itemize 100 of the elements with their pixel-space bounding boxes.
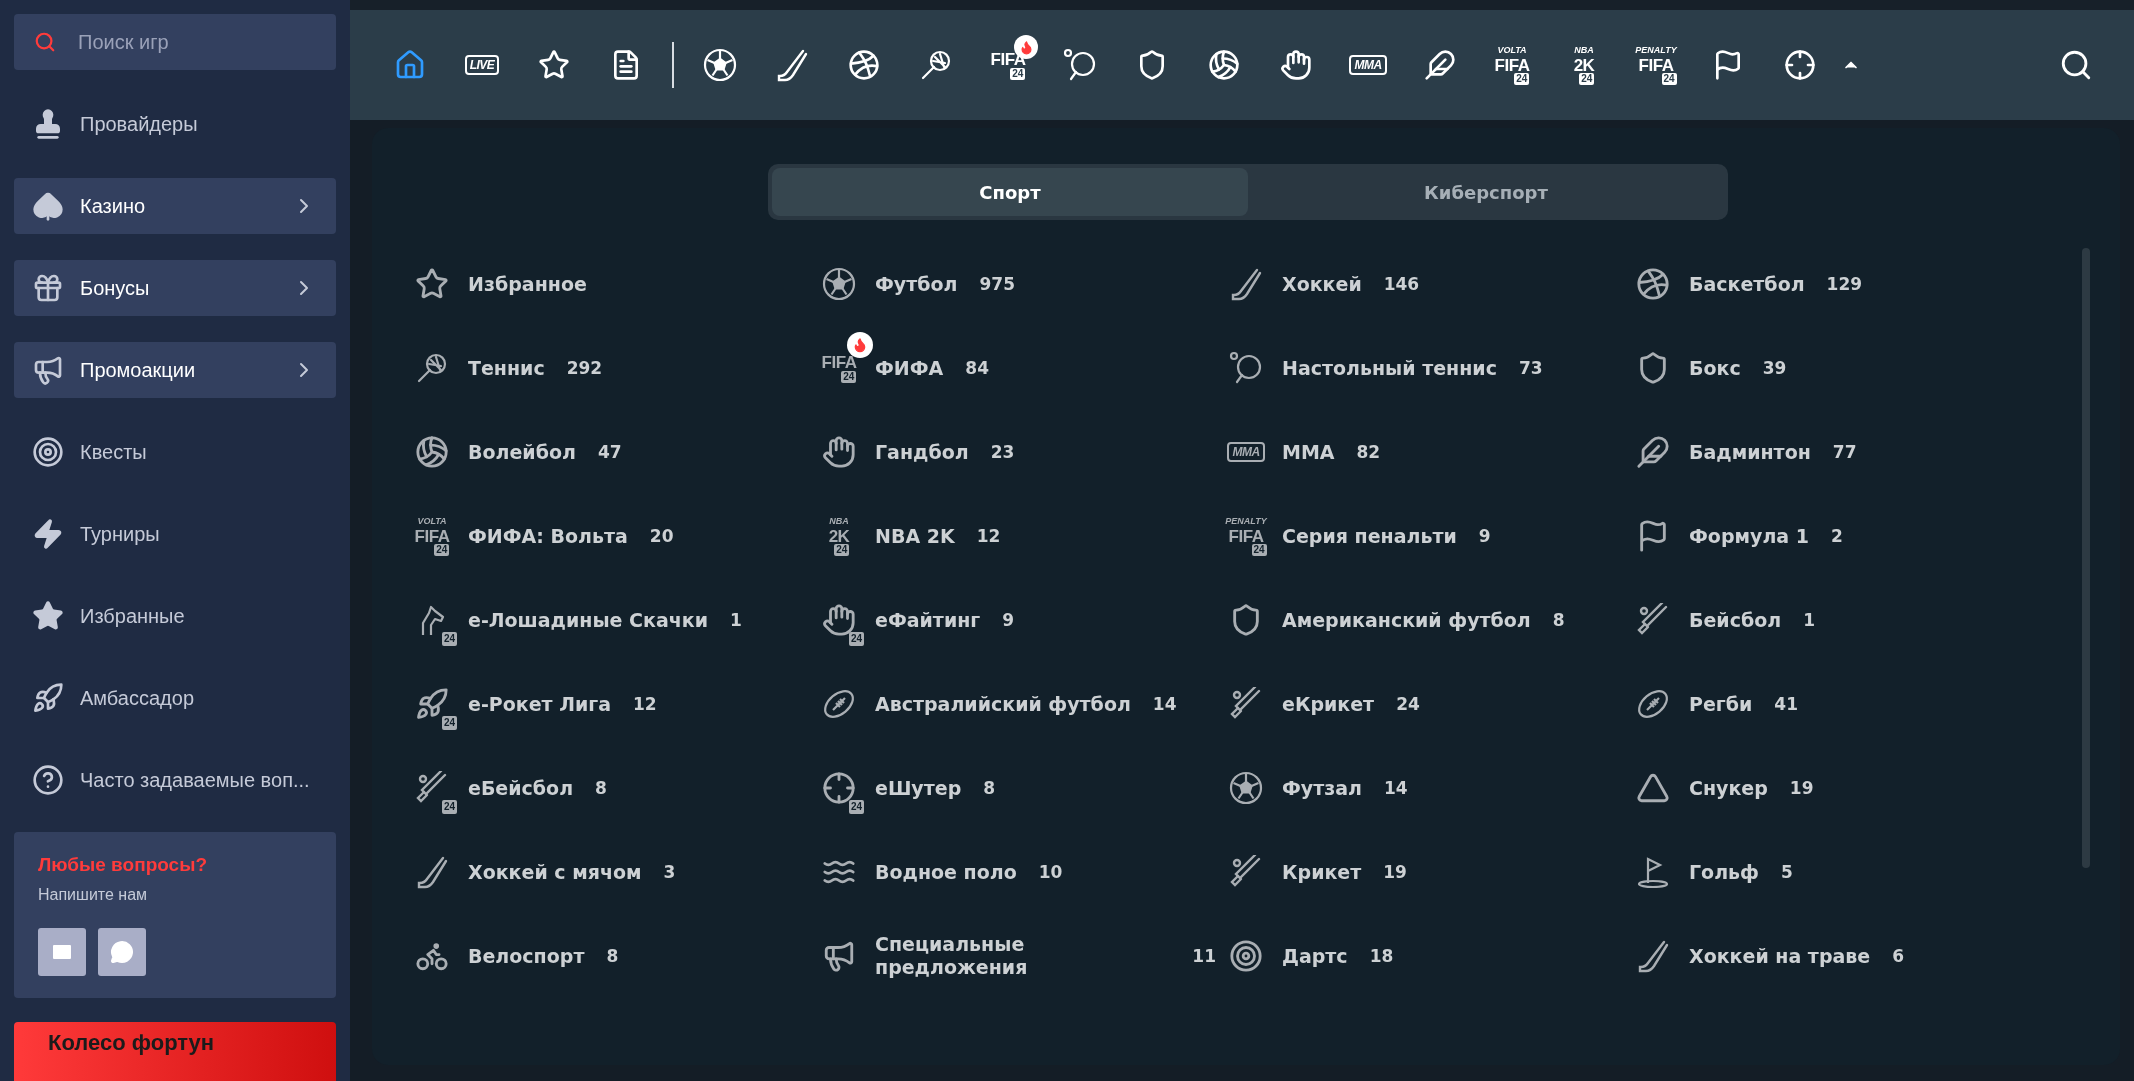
toolbar-button[interactable]: LIVE — [446, 35, 518, 95]
sport-link[interactable]: Хоккей с мячом — [468, 860, 642, 884]
sport-link[interactable]: Волейбол — [468, 440, 576, 464]
sport-link[interactable]: Серия пенальти — [1282, 524, 1457, 548]
sport-link[interactable]: Регби — [1689, 692, 1753, 716]
badge: 24 — [848, 632, 864, 646]
event-count: 11 — [1192, 946, 1216, 966]
event-count: 5 — [1780, 862, 1793, 882]
fortune-wheel-banner[interactable]: Колесо фортун — [14, 1022, 336, 1081]
help-subtitle: Напишите нам — [38, 886, 149, 905]
badge: 24 — [441, 800, 457, 814]
logo-icon: MMA — [1225, 440, 1267, 464]
sport-link[interactable]: Дартс — [1282, 944, 1348, 968]
sport-link[interactable]: NBA 2K — [875, 524, 955, 548]
sport-link[interactable]: Гольф — [1689, 860, 1759, 884]
logo-icon: LIVE — [462, 53, 502, 77]
event-count: 24 — [1396, 694, 1420, 714]
sport-link[interactable]: Специальные предложения — [875, 933, 1171, 979]
sport-link[interactable]: Теннис — [468, 356, 545, 380]
sport-link[interactable]: Формула 1 — [1689, 524, 1809, 548]
search-input[interactable]: Поиск игр — [76, 29, 316, 55]
sidebar-item[interactable]: Провайдеры — [14, 96, 336, 153]
sport-link[interactable]: Велоспорт — [468, 944, 585, 968]
sport-link[interactable]: еФайтинг — [875, 608, 981, 632]
sidebar-item[interactable]: Часто задаваемые воп... — [14, 752, 336, 809]
banner-title: Колесо фортун — [48, 1030, 215, 1057]
event-count: 19 — [1383, 862, 1407, 882]
sport-link[interactable]: Австралийский футбол — [875, 692, 1131, 716]
sport-link[interactable]: еБейсбол — [468, 776, 574, 800]
event-count: 1 — [1803, 610, 1816, 630]
sport-link[interactable]: еКрикет — [1282, 692, 1375, 716]
event-count: 9 — [1478, 526, 1491, 546]
sport-link[interactable]: Футбол — [875, 272, 958, 296]
sport-link[interactable]: Крикет — [1282, 860, 1362, 884]
badge: 24 — [441, 632, 457, 646]
event-count: 292 — [566, 358, 603, 378]
sidebar-item[interactable]: Избранные — [14, 588, 336, 645]
event-count: 1 — [730, 610, 742, 630]
sport-link[interactable]: ФИФА: Вольта — [468, 524, 628, 548]
tab[interactable]: Спорт — [772, 168, 1248, 216]
event-count: 82 — [1356, 442, 1381, 462]
event-count: 6 — [1892, 946, 1905, 966]
sport-link[interactable]: Водное поло — [875, 860, 1017, 884]
event-count: 8 — [595, 778, 607, 798]
event-count: 8 — [606, 946, 619, 966]
event-count: 73 — [1518, 358, 1543, 378]
sport-link[interactable]: Баскетбол — [1689, 272, 1805, 296]
search-field[interactable]: Поиск игр — [14, 14, 336, 71]
badge: 24 — [441, 716, 457, 730]
logo-icon: MMA — [1347, 53, 1389, 77]
event-count: 3 — [663, 862, 676, 882]
sport-link[interactable]: Бейсбол — [1689, 608, 1782, 632]
event-count: 8 — [1552, 610, 1565, 630]
sport-link[interactable]: ФИФА — [875, 356, 944, 380]
event-count: 12 — [633, 694, 657, 714]
event-count: 129 — [1826, 274, 1863, 294]
sidebar-item[interactable]: Бонусы — [14, 260, 336, 317]
event-count: 41 — [1774, 694, 1798, 714]
event-count: 39 — [1762, 358, 1787, 378]
sport-link[interactable]: еШутер — [875, 776, 962, 800]
sport-link[interactable]: Бокс — [1689, 356, 1741, 380]
help-title: Любые вопросы? — [38, 854, 208, 877]
sidebar-item[interactable]: Казино — [14, 178, 336, 235]
sport-link[interactable]: Футзал — [1282, 776, 1363, 800]
event-count: 14 — [1384, 778, 1408, 798]
sport-button[interactable]: VOLTA FIFA 24 — [1476, 35, 1548, 95]
sport-link[interactable]: Снукер — [1689, 776, 1768, 800]
event-count: 146 — [1383, 274, 1420, 294]
sport-link[interactable]: Бадминтон — [1689, 440, 1811, 464]
sidebar-item[interactable]: Квесты — [14, 424, 336, 481]
event-count: 23 — [990, 442, 1015, 462]
event-count: 19 — [1789, 778, 1814, 798]
sport-link[interactable]: Настольный теннис — [1282, 356, 1497, 380]
sidebar-item[interactable]: Турниры — [14, 506, 336, 563]
event-count: 77 — [1832, 442, 1857, 462]
event-count: 84 — [965, 358, 989, 378]
event-count: 12 — [976, 526, 1001, 546]
sidebar-item[interactable]: Промоакции — [14, 342, 336, 399]
sport-link[interactable]: Избранное — [468, 272, 587, 296]
event-count: 20 — [649, 526, 674, 546]
event-count: 975 — [979, 274, 1015, 294]
event-count: 18 — [1369, 946, 1394, 966]
sport-link[interactable]: ММА — [1282, 440, 1335, 464]
tab[interactable]: Киберспорт — [1248, 168, 1724, 216]
sidebar-item[interactable]: Амбассадор — [14, 670, 336, 727]
event-count: 10 — [1038, 862, 1063, 882]
event-count: 8 — [983, 778, 996, 798]
event-count: 9 — [1002, 610, 1015, 630]
sport-button[interactable]: MMA — [1332, 35, 1404, 95]
sport-button[interactable]: NBA 2K 24 — [1548, 35, 1620, 95]
sport-link[interactable]: Хоккей — [1282, 272, 1362, 296]
sport-link[interactable]: Хоккей на траве — [1689, 944, 1871, 968]
sport-link[interactable]: Американский футбол — [1282, 608, 1531, 632]
event-count: 47 — [597, 442, 622, 462]
sport-button[interactable]: PENALTY FIFA 24 — [1620, 35, 1692, 95]
sport-link[interactable]: Гандбол — [875, 440, 969, 464]
event-count: 14 — [1152, 694, 1177, 714]
badge: 24 — [848, 800, 864, 814]
sport-link[interactable]: е-Лошадиные Скачки — [468, 608, 708, 632]
sport-link[interactable]: е-Рокет Лига — [468, 692, 611, 716]
